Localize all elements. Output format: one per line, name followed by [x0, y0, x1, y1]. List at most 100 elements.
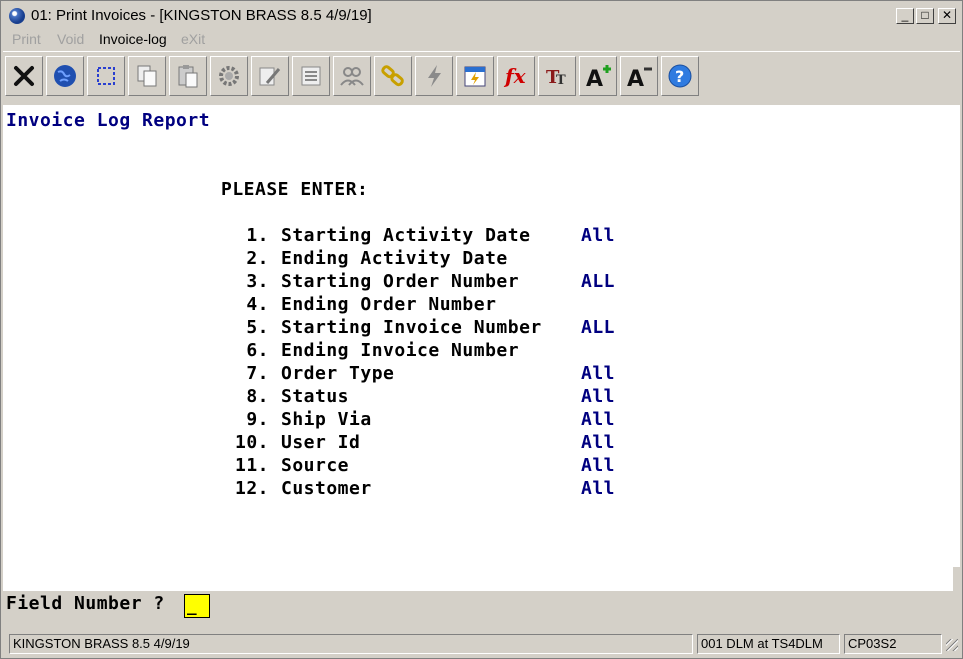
field-label: Ending Activity Date — [281, 248, 508, 269]
cancel-button[interactable] — [5, 56, 43, 96]
edit-icon — [259, 67, 281, 86]
settings-button[interactable] — [210, 56, 248, 96]
toolbar: fx TT A A ? — [3, 51, 960, 102]
users-button[interactable] — [333, 56, 371, 96]
copy-icon — [137, 65, 157, 87]
field-number: 3. — [246, 271, 269, 292]
field-number: 12. — [234, 478, 269, 499]
field-label: Ship Via — [281, 409, 372, 430]
field-value: All — [581, 386, 616, 407]
font-icon: TT — [546, 67, 566, 88]
field-row: 11. Source All — [3, 455, 953, 478]
select-button[interactable] — [87, 56, 125, 96]
app-icon — [9, 8, 25, 24]
field-number-prompt: Field Number ? — [6, 593, 165, 614]
minimize-button[interactable]: _ — [896, 8, 914, 24]
field-number: 6. — [246, 340, 269, 361]
field-row: 5. Starting Invoice Number ALL — [3, 317, 953, 340]
field-label: Starting Order Number — [281, 271, 520, 292]
lightning-icon — [428, 65, 441, 87]
status-bar: KINGSTON BRASS 8.5 4/9/19 001 DLM at TS4… — [3, 633, 960, 655]
field-label: Order Type — [281, 363, 395, 384]
maximize-button[interactable]: □ — [916, 8, 934, 24]
report-title: Invoice Log Report — [6, 110, 211, 131]
window-title: 01: Print Invoices - [KINGSTON BRASS 8.5… — [31, 7, 372, 24]
calendar-button[interactable] — [456, 56, 494, 96]
link-button[interactable] — [374, 56, 412, 96]
field-row: 1. Starting Activity Date All — [3, 225, 953, 248]
svg-text:?: ? — [675, 67, 684, 86]
field-number: 10. — [234, 432, 269, 453]
resize-grip-icon[interactable] — [946, 639, 958, 651]
field-row: 2. Ending Activity Date — [3, 248, 953, 271]
field-row: 4. Ending Order Number — [3, 294, 953, 317]
menu-print[interactable]: Print — [12, 31, 41, 47]
field-label: Customer — [281, 478, 372, 499]
field-row: 3. Starting Order Number ALL — [3, 271, 953, 294]
svg-text:A: A — [627, 67, 644, 90]
menu-invoice-log[interactable]: Invoice-log — [99, 31, 167, 47]
close-button[interactable]: ✕ — [938, 8, 956, 24]
field-value: All — [581, 478, 616, 499]
font-decrease-button[interactable]: A — [620, 56, 658, 96]
terminal-screen: Invoice Log Report PLEASE ENTER: 1. Star… — [3, 105, 953, 591]
font-button[interactable]: TT — [538, 56, 576, 96]
field-number: 1. — [246, 225, 269, 246]
link-icon — [381, 65, 404, 87]
globe-icon — [54, 65, 76, 87]
title-bar[interactable]: 01: Print Invoices - [KINGSTON BRASS 8.5… — [3, 3, 960, 27]
font-increase-icon: A — [586, 65, 611, 90]
field-label: User Id — [281, 432, 361, 453]
status-session: 001 DLM at TS4DLM — [697, 634, 840, 654]
field-label: Source — [281, 455, 350, 476]
field-value: ALL — [581, 271, 616, 292]
field-row: 6. Ending Invoice Number — [3, 340, 953, 363]
paste-icon — [178, 65, 198, 88]
svg-text:T: T — [556, 73, 566, 88]
help-button[interactable]: ? — [661, 56, 699, 96]
list-icon — [301, 66, 321, 86]
field-number: 8. — [246, 386, 269, 407]
field-row: 12. Customer All — [3, 478, 953, 501]
users-icon — [340, 67, 364, 86]
app-window: 01: Print Invoices - [KINGSTON BRASS 8.5… — [0, 0, 963, 659]
field-number: 4. — [246, 294, 269, 315]
field-number-input[interactable]: _ — [184, 594, 210, 618]
field-row: 8. Status All — [3, 386, 953, 409]
scrollbar[interactable] — [953, 105, 960, 567]
field-label: Starting Invoice Number — [281, 317, 542, 338]
field-number: 2. — [246, 248, 269, 269]
font-decrease-icon: A — [627, 67, 652, 90]
field-label: Ending Invoice Number — [281, 340, 520, 361]
prompt-header: PLEASE ENTER: — [221, 179, 369, 200]
lightning-button[interactable] — [415, 56, 453, 96]
field-value: All — [581, 432, 616, 453]
field-value: All — [581, 363, 616, 384]
web-button[interactable] — [46, 56, 84, 96]
calendar-icon — [464, 66, 486, 87]
field-value: ALL — [581, 317, 616, 338]
svg-text:fx: fx — [503, 64, 527, 88]
font-increase-button[interactable]: A — [579, 56, 617, 96]
cancel-icon — [14, 66, 34, 86]
function-icon: fx — [503, 64, 527, 88]
field-number: 11. — [234, 455, 269, 476]
svg-text:A: A — [586, 67, 603, 90]
field-number: 7. — [246, 363, 269, 384]
field-row: 10. User Id All — [3, 432, 953, 455]
function-button[interactable]: fx — [497, 56, 535, 96]
paste-button[interactable] — [169, 56, 207, 96]
field-label: Ending Order Number — [281, 294, 497, 315]
menu-exit[interactable]: eXit — [181, 31, 205, 47]
list-button[interactable] — [292, 56, 330, 96]
status-code: CP03S2 — [844, 634, 942, 654]
field-row: 7. Order Type All — [3, 363, 953, 386]
menu-bar: Print Void Invoice-log eXit — [3, 28, 960, 50]
field-value: All — [581, 455, 616, 476]
menu-void[interactable]: Void — [57, 31, 84, 47]
help-icon: ? — [668, 64, 692, 88]
copy-button[interactable] — [128, 56, 166, 96]
settings-icon — [219, 66, 239, 86]
field-label: Status — [281, 386, 350, 407]
edit-button[interactable] — [251, 56, 289, 96]
